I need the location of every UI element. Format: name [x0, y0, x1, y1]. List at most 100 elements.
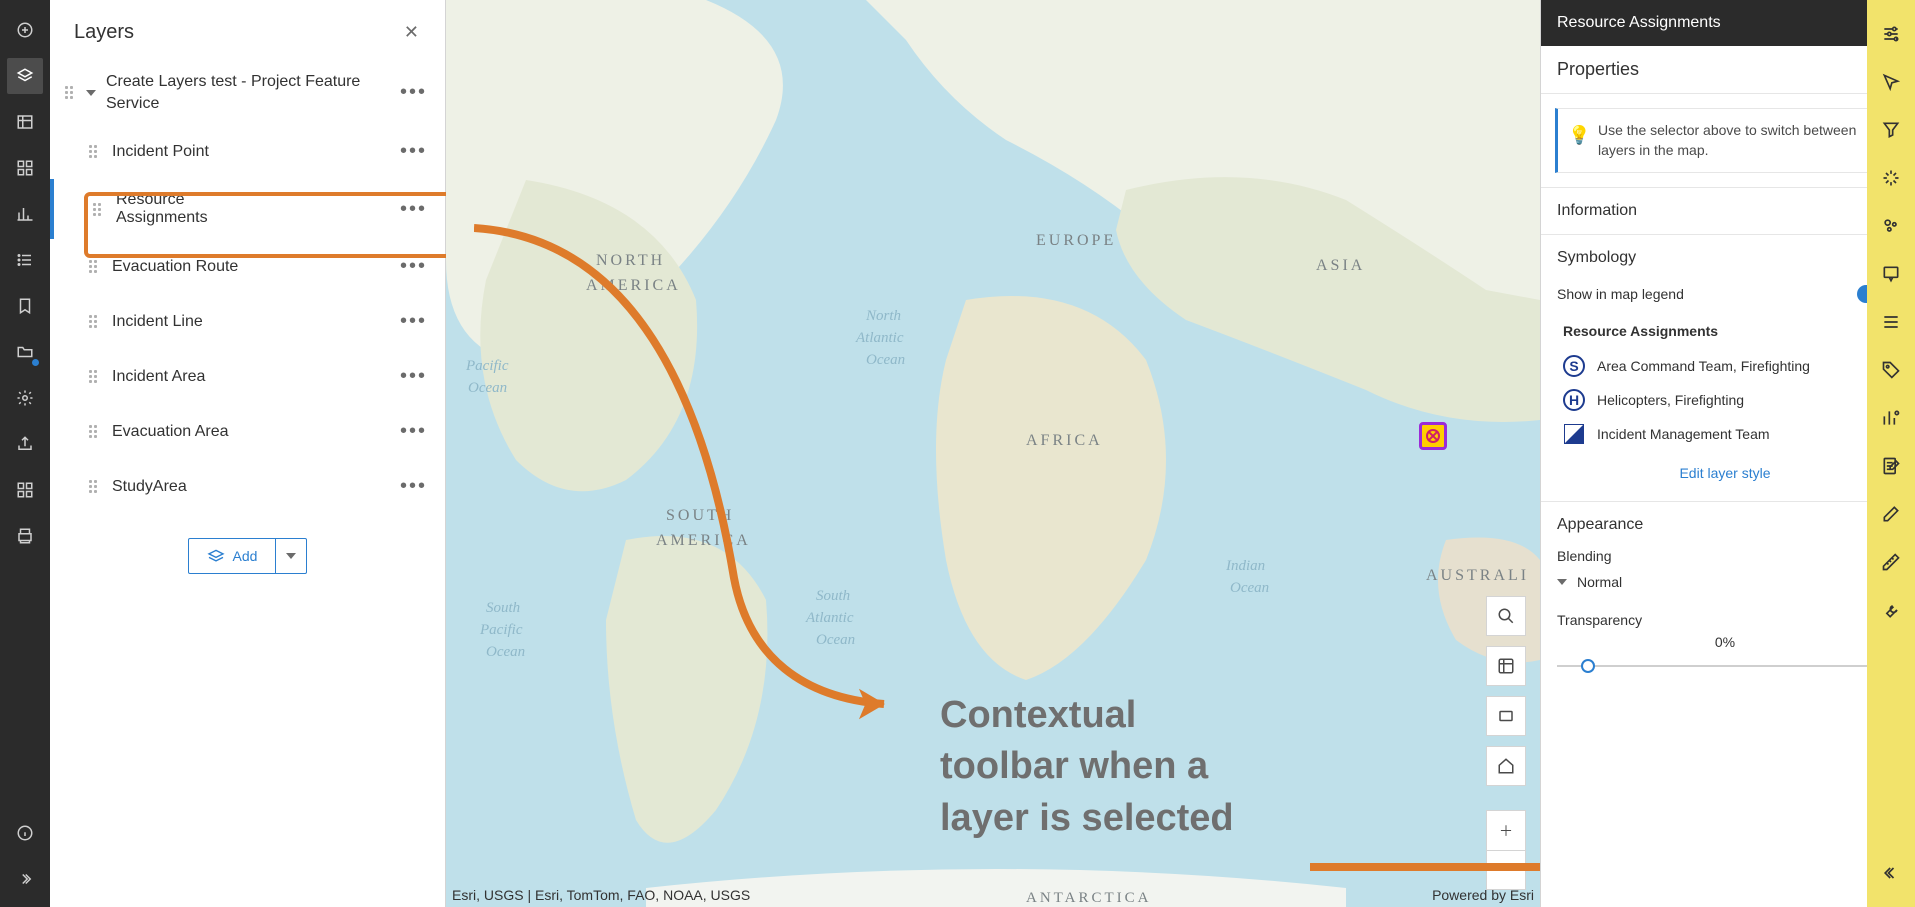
- layer-label: Evacuation Area: [112, 423, 380, 441]
- drag-handle-icon[interactable]: [86, 315, 100, 329]
- cluster-icon[interactable]: [1873, 202, 1909, 250]
- properties-title: Properties: [1557, 59, 1867, 80]
- sparkle-icon[interactable]: [1873, 154, 1909, 202]
- section-information[interactable]: Information: [1541, 188, 1909, 234]
- add-layer-dropdown[interactable]: [275, 539, 306, 573]
- blending-dropdown[interactable]: Normal: [1557, 564, 1893, 608]
- legend-label: Incident Management Team: [1597, 426, 1770, 442]
- layer-item-studyarea[interactable]: StudyArea •••: [50, 459, 445, 514]
- layer-selector-label: Resource Assignments: [1557, 14, 1721, 32]
- legend-item: Incident Management Team: [1557, 417, 1893, 451]
- layer-group-row[interactable]: Create Layers test - Project Feature Ser…: [50, 61, 445, 124]
- more-icon[interactable]: •••: [392, 194, 435, 225]
- forms-icon[interactable]: [1873, 442, 1909, 490]
- filter-icon[interactable]: [1873, 106, 1909, 154]
- tip-text: Use the selector above to switch between…: [1598, 122, 1856, 158]
- sliders-icon[interactable]: [1873, 10, 1909, 58]
- section-symbology[interactable]: Symbology: [1541, 235, 1909, 281]
- chevron-down-icon: [1557, 579, 1567, 585]
- svg-text:ASIA: ASIA: [1316, 257, 1365, 274]
- legend-item: H Helicopters, Firefighting: [1557, 383, 1893, 417]
- layer-item-resource-assignments[interactable]: Resource Assignments •••: [50, 179, 445, 239]
- add-icon[interactable]: [7, 12, 43, 48]
- layer-label: Evacuation Route: [112, 258, 380, 276]
- drag-handle-icon[interactable]: [86, 425, 100, 439]
- more-icon[interactable]: •••: [392, 361, 435, 392]
- close-icon[interactable]: ✕: [398, 18, 425, 47]
- more-icon[interactable]: •••: [392, 416, 435, 447]
- layer-item-incident-area[interactable]: Incident Area •••: [50, 349, 445, 404]
- annotation-text: Contextual toolbar when a layer is selec…: [940, 690, 1234, 844]
- collapse-icon[interactable]: [1873, 849, 1909, 897]
- drag-handle-icon[interactable]: [90, 202, 104, 216]
- wrench-icon[interactable]: [1873, 586, 1909, 634]
- map-attribution: Esri, USGS | Esri, TomTom, FAO, NOAA, US…: [452, 887, 750, 903]
- zoom-in-button[interactable]: ＋: [1486, 810, 1526, 850]
- svg-text:AFRICA: AFRICA: [1026, 432, 1103, 449]
- layers-panel-title: Layers: [74, 21, 398, 44]
- layers-panel: Layers ✕ Create Layers test - Project Fe…: [50, 0, 446, 907]
- properties-panel: Resource Assignments ⌄ Properties ✕ 💡 Us…: [1540, 0, 1915, 907]
- section-title: Symbology: [1557, 249, 1883, 267]
- grid-icon[interactable]: [7, 472, 43, 508]
- more-icon[interactable]: •••: [392, 471, 435, 502]
- map-tools: [1486, 596, 1526, 786]
- contextual-toolbar: [1867, 0, 1915, 907]
- layer-item-evacuation-area[interactable]: Evacuation Area •••: [50, 404, 445, 459]
- more-icon[interactable]: •••: [392, 306, 435, 337]
- drag-handle-icon[interactable]: [86, 480, 100, 494]
- fields-icon[interactable]: [1873, 298, 1909, 346]
- drag-handle-icon[interactable]: [86, 145, 100, 159]
- drag-handle-icon[interactable]: [86, 370, 100, 384]
- home-button[interactable]: [1486, 746, 1526, 786]
- legend-item: S Area Command Team, Firefighting: [1557, 349, 1893, 383]
- map-marker[interactable]: [1419, 422, 1447, 450]
- folder-icon[interactable]: [7, 334, 43, 370]
- share-icon[interactable]: [7, 426, 43, 462]
- more-icon[interactable]: •••: [392, 77, 435, 108]
- chevron-down-icon[interactable]: [86, 90, 96, 96]
- edit-layer-style-link[interactable]: Edit layer style: [1557, 451, 1893, 487]
- more-icon[interactable]: •••: [392, 251, 435, 282]
- left-sidebar: [0, 0, 50, 907]
- svg-text:Ocean: Ocean: [1230, 580, 1269, 596]
- gear-icon[interactable]: [7, 380, 43, 416]
- search-button[interactable]: [1486, 596, 1526, 636]
- expand-icon[interactable]: [7, 861, 43, 897]
- legend-swatch-icon: S: [1563, 355, 1585, 377]
- labels-icon[interactable]: [1873, 346, 1909, 394]
- basemap-button[interactable]: [1486, 646, 1526, 686]
- layers-icon: [207, 549, 225, 563]
- svg-text:Indian: Indian: [1225, 558, 1265, 574]
- info-icon[interactable]: [7, 815, 43, 851]
- fullscreen-button[interactable]: [1486, 696, 1526, 736]
- layer-item-incident-point[interactable]: Incident Point •••: [50, 124, 445, 179]
- layer-label: Incident Line: [112, 313, 380, 331]
- show-legend-label: Show in map legend: [1557, 286, 1857, 302]
- more-icon[interactable]: •••: [392, 136, 435, 167]
- section-appearance[interactable]: Appearance: [1541, 502, 1909, 548]
- lightbulb-icon: 💡: [1568, 123, 1590, 148]
- select-icon[interactable]: [1873, 58, 1909, 106]
- drag-handle-icon[interactable]: [86, 260, 100, 274]
- measure-icon[interactable]: [1873, 538, 1909, 586]
- print-icon[interactable]: [7, 518, 43, 554]
- list-icon[interactable]: [7, 242, 43, 278]
- layers-icon[interactable]: [7, 58, 43, 94]
- layer-selector-bar[interactable]: Resource Assignments ⌄: [1541, 0, 1915, 46]
- chart-icon[interactable]: [7, 196, 43, 232]
- table-icon[interactable]: [7, 104, 43, 140]
- popup-icon[interactable]: [1873, 250, 1909, 298]
- layer-item-evacuation-route[interactable]: Evacuation Route •••: [50, 239, 445, 294]
- transparency-slider[interactable]: [1557, 654, 1893, 678]
- drag-handle-icon[interactable]: [62, 86, 76, 100]
- edit-icon[interactable]: [1873, 490, 1909, 538]
- legend-label: Helicopters, Firefighting: [1597, 392, 1744, 408]
- chart-config-icon[interactable]: [1873, 394, 1909, 442]
- layer-label: StudyArea: [112, 478, 380, 496]
- layer-item-incident-line[interactable]: Incident Line •••: [50, 294, 445, 349]
- transparency-label: Transparency: [1557, 608, 1893, 628]
- add-layer-button[interactable]: Add: [188, 538, 308, 574]
- bookmark-icon[interactable]: [7, 288, 43, 324]
- apps-icon[interactable]: [7, 150, 43, 186]
